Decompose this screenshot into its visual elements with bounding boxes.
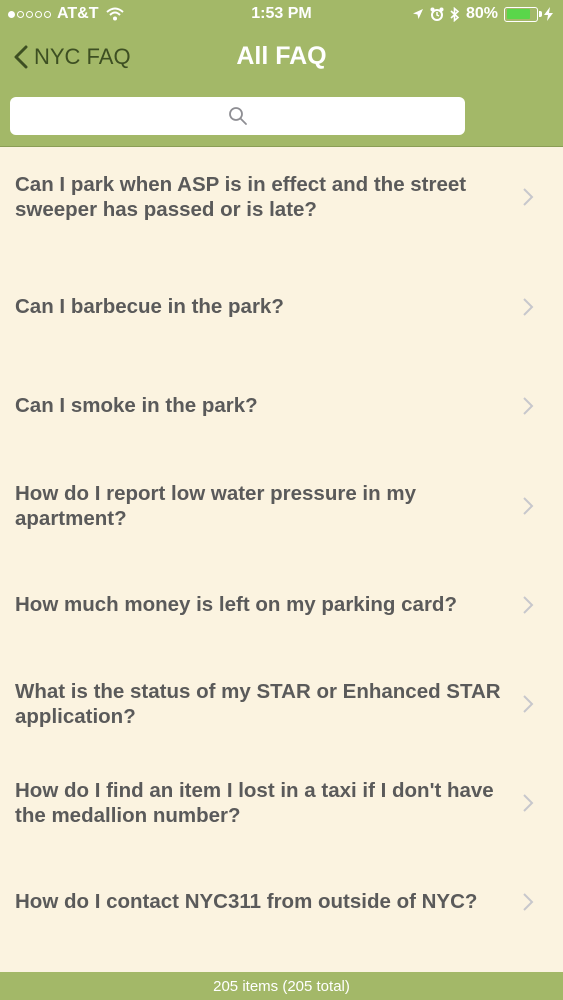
chevron-right-icon <box>523 187 534 206</box>
chevron-right-icon <box>523 892 534 911</box>
battery-percent: 80% <box>465 5 498 22</box>
faq-question: How do I report low water pressure in my… <box>15 481 416 530</box>
faq-question: What is the status of my STAR or Enhance… <box>15 679 501 728</box>
status-bar: AT&T 1:53 PM 80% <box>0 0 563 30</box>
faq-question: Can I smoke in the park? <box>15 394 258 417</box>
charging-bolt-icon <box>544 7 553 21</box>
page-title: All FAQ <box>236 42 327 70</box>
bluetooth-icon <box>450 6 460 22</box>
chevron-right-icon <box>523 396 534 415</box>
faq-list-item[interactable]: How do I find an item I lost in a taxi i… <box>0 753 563 852</box>
faq-question: How do I find an item I lost in a taxi i… <box>15 778 494 827</box>
faq-list-item[interactable]: What is the status of my STAR or Enhance… <box>0 654 563 753</box>
faq-question: How much money is left on my parking car… <box>15 593 457 616</box>
alarm-clock-icon <box>430 7 444 21</box>
faq-list-item[interactable]: How do I report low water pressure in my… <box>0 456 563 555</box>
status-right: 80% <box>412 5 553 23</box>
header-bar: AT&T 1:53 PM 80% NYC FAQ All FAQ <box>0 0 563 147</box>
location-arrow-icon <box>412 9 423 19</box>
faq-list-item[interactable]: Can I park when ASP is in effect and the… <box>0 147 563 246</box>
faq-list-item[interactable]: Can I barbecue in the park? <box>0 257 563 356</box>
item-count-footer: 205 items (205 total) <box>0 972 563 1000</box>
search-input[interactable] <box>10 97 465 135</box>
chevron-right-icon <box>523 496 534 515</box>
faq-question: Can I barbecue in the park? <box>15 295 284 318</box>
battery-icon <box>504 6 542 22</box>
faq-question: How do I contact NYC311 from outside of … <box>15 890 478 913</box>
faq-list-item[interactable]: Can I smoke in the park? <box>0 356 563 455</box>
faq-question: Can I park when ASP is in effect and the… <box>15 172 467 221</box>
item-count-label: 205 items (205 total) <box>213 977 350 995</box>
chevron-right-icon <box>523 793 534 812</box>
chevron-right-icon <box>523 694 534 713</box>
chevron-right-icon <box>523 595 534 614</box>
chevron-right-icon <box>523 297 534 316</box>
faq-list-item[interactable]: How do I contact NYC311 from outside of … <box>0 852 563 951</box>
faq-list-item[interactable]: How much money is left on my parking car… <box>0 555 563 654</box>
search-icon <box>228 107 247 125</box>
